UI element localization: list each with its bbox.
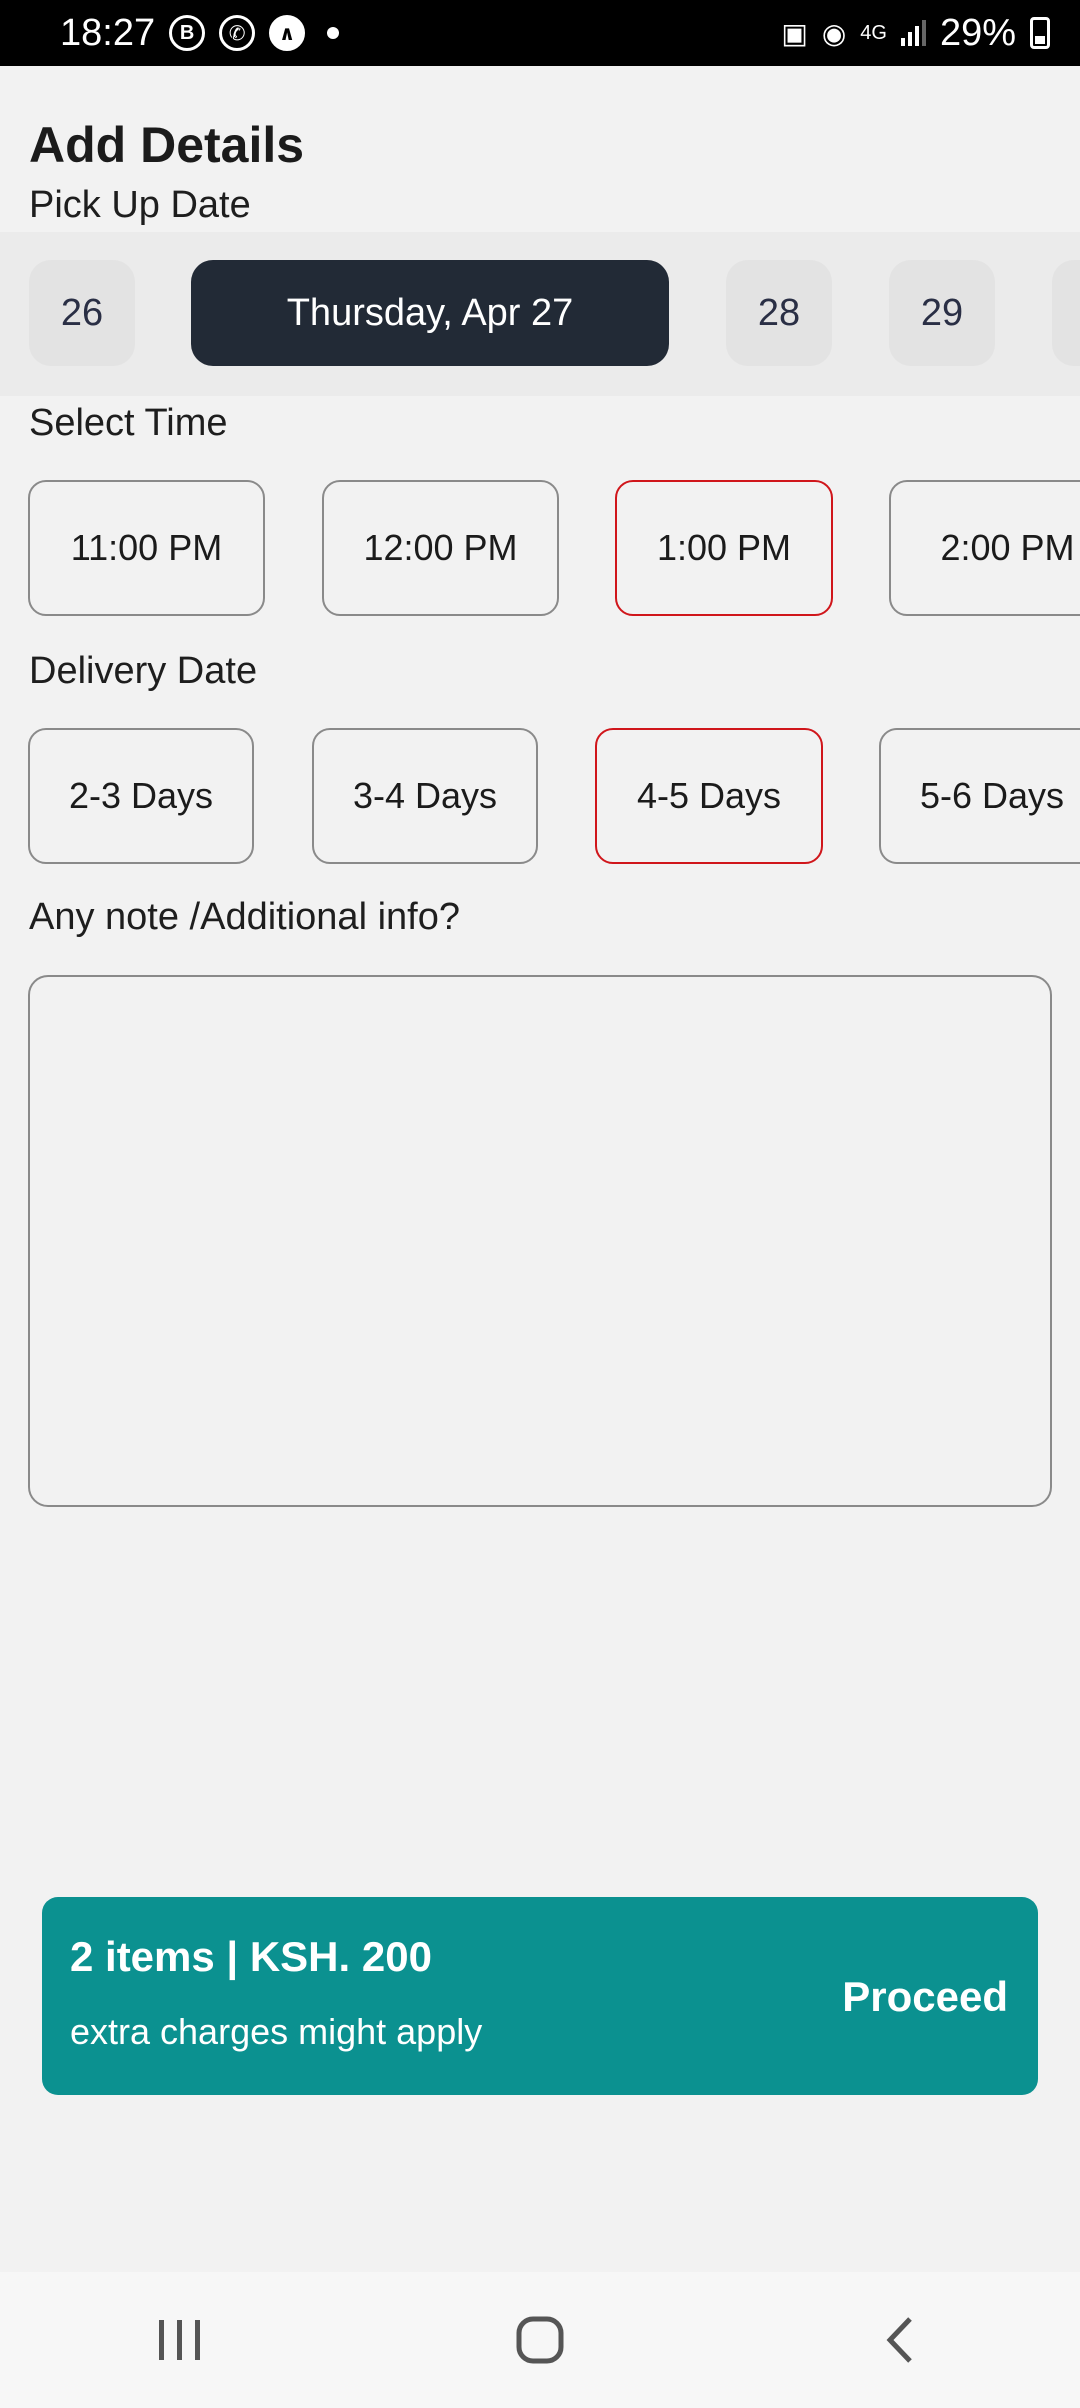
delivery-option[interactable]: 5-6 Days bbox=[879, 728, 1080, 864]
delivery-option[interactable]: 2-3 Days bbox=[28, 728, 254, 864]
note-input[interactable] bbox=[28, 975, 1052, 1507]
network-type: 4G bbox=[860, 21, 887, 44]
cart-note: extra charges might apply bbox=[70, 2011, 483, 2052]
battery-saver-icon: ▣ bbox=[781, 17, 808, 49]
note-label: Any note /Additional info? bbox=[29, 896, 460, 938]
pickup-date-label: Pick Up Date bbox=[29, 184, 251, 226]
hotspot-icon: ◉ bbox=[821, 17, 847, 49]
back-icon bbox=[886, 2317, 912, 2363]
date-chip-selected[interactable]: Thursday, Apr 27 bbox=[191, 260, 669, 366]
more-notifications-icon bbox=[327, 27, 340, 39]
battery-icon bbox=[1030, 17, 1050, 49]
status-right: ▣ ◉ 4G 29% bbox=[781, 12, 1050, 55]
time-option-selected[interactable]: 1:00 PM bbox=[615, 480, 833, 616]
battery-percent: 29% bbox=[939, 11, 1016, 54]
page-title: Add Details bbox=[29, 117, 305, 173]
cart-summary: 2 items | KSH. 200 bbox=[70, 1933, 432, 1980]
pickup-date-strip[interactable]: 26 Thursday, Apr 27 28 29 bbox=[0, 232, 1080, 396]
navigation-bar bbox=[0, 2272, 1080, 2408]
time-option[interactable]: 11:00 PM bbox=[28, 480, 265, 616]
whatsapp-icon: ✆ bbox=[219, 15, 256, 51]
status-left: 18:27 B ✆ ∧ bbox=[60, 11, 340, 55]
app-notification-icon: ∧ bbox=[269, 15, 306, 51]
signal-icon bbox=[900, 20, 926, 46]
delivery-option[interactable]: 3-4 Days bbox=[312, 728, 538, 864]
date-chip-26[interactable]: 26 bbox=[29, 260, 135, 366]
cart-proceed-bar[interactable]: 2 items | KSH. 200 extra charges might a… bbox=[42, 1897, 1038, 2095]
b-notification-icon: B bbox=[169, 15, 206, 51]
home-button[interactable] bbox=[480, 2300, 600, 2380]
recent-apps-button[interactable] bbox=[120, 2300, 240, 2380]
date-chip-next[interactable] bbox=[1052, 260, 1080, 366]
time-option[interactable]: 12:00 PM bbox=[322, 480, 559, 616]
delivery-date-label: Delivery Date bbox=[29, 650, 258, 692]
time-option[interactable]: 2:00 PM bbox=[889, 480, 1080, 616]
date-chip-28[interactable]: 28 bbox=[726, 260, 832, 366]
status-bar: 18:27 B ✆ ∧ ▣ ◉ 4G 29% bbox=[0, 0, 1080, 66]
delivery-option-selected[interactable]: 4-5 Days bbox=[595, 728, 823, 864]
back-button[interactable] bbox=[840, 2300, 960, 2380]
status-time: 18:27 bbox=[60, 11, 156, 54]
proceed-button[interactable]: Proceed bbox=[842, 1973, 1008, 2021]
home-icon bbox=[516, 2316, 564, 2364]
select-time-label: Select Time bbox=[29, 402, 228, 444]
date-chip-29[interactable]: 29 bbox=[889, 260, 995, 366]
recent-apps-icon bbox=[159, 2320, 200, 2360]
